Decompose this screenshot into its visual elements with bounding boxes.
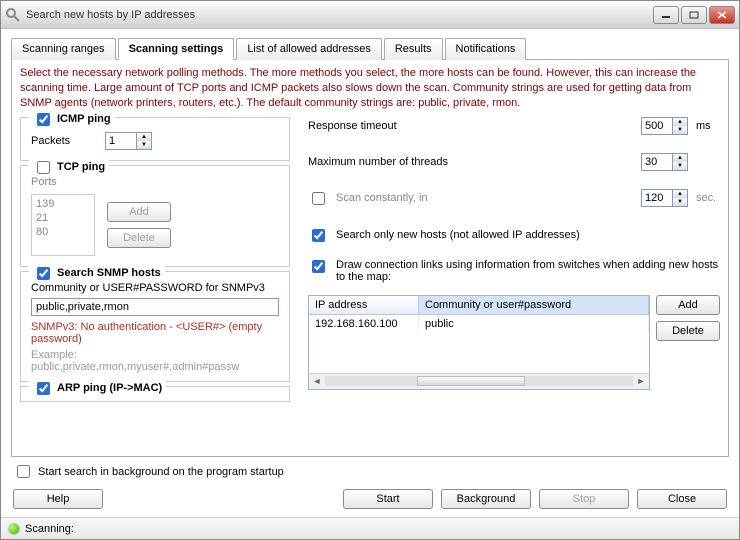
only-new-label: Search only new hosts (not allowed IP ad… [336,229,580,241]
tab-results[interactable]: Results [384,38,443,60]
scan-constantly-checkbox[interactable] [312,192,325,205]
th-community[interactable]: Community or user#password [419,296,649,314]
td-ip: 192.168.160.100 [309,315,419,333]
threads-spinner[interactable]: ▲▼ [641,153,688,171]
ports-listbox[interactable]: 139 21 80 [31,194,95,256]
background-button[interactable]: Background [441,489,531,509]
spin-up-icon[interactable]: ▲ [673,190,687,198]
tab-notifications[interactable]: Notifications [445,38,527,60]
table-delete-button[interactable]: Delete [656,321,720,341]
community-input[interactable] [31,298,279,316]
scroll-thumb[interactable] [417,376,525,386]
scroll-left-icon[interactable]: ◄ [309,376,325,386]
tcp-legend: TCP ping [57,161,105,173]
stop-button[interactable]: Stop [539,489,629,509]
scan-constantly-input[interactable] [641,189,673,207]
port-item[interactable]: 139 [36,197,90,211]
switch-table[interactable]: IP address Community or user#password 19… [308,295,650,390]
statusbar: Scanning: [1,517,739,539]
status-text: Scanning: [25,523,74,535]
arp-checkbox[interactable] [37,382,50,395]
response-timeout-label: Response timeout [308,120,633,132]
tab-scanning-ranges[interactable]: Scanning ranges [11,38,116,60]
draw-links-label: Draw connection links using information … [336,259,720,283]
tcp-group: TCP ping Ports 139 21 80 Add Delete [20,165,290,267]
maximize-button[interactable] [681,6,707,24]
status-indicator-icon [9,524,19,534]
icmp-legend: ICMP ping [57,113,111,125]
startup-checkbox[interactable] [17,465,30,478]
spin-up-icon[interactable]: ▲ [673,118,687,126]
start-button[interactable]: Start [343,489,433,509]
spin-down-icon[interactable]: ▼ [673,162,687,170]
icmp-group: ICMP ping Packets ▲▼ [20,117,290,161]
td-community: public [419,315,649,333]
threads-input[interactable] [641,153,673,171]
app-icon [5,7,21,23]
spin-up-icon[interactable]: ▲ [137,133,151,141]
spin-up-icon[interactable]: ▲ [673,154,687,162]
only-new-checkbox[interactable] [312,229,325,242]
port-item[interactable]: 80 [36,225,90,239]
response-timeout-input[interactable] [641,117,673,135]
arp-legend: ARP ping (IP->MAC) [57,382,162,394]
snmp-group: Search SNMP hosts Community or USER#PASS… [20,271,290,382]
close-button[interactable] [709,6,735,24]
icmp-checkbox[interactable] [37,113,50,126]
tab-scanning-settings[interactable]: Scanning settings [118,38,235,60]
minimize-button[interactable] [653,6,679,24]
instruction-text: Select the necessary network polling met… [20,66,720,111]
response-timeout-unit: ms [696,120,720,132]
table-row[interactable]: 192.168.160.100 public [309,315,649,333]
th-ip[interactable]: IP address [309,296,419,314]
help-button[interactable]: Help [13,489,103,509]
tcp-delete-button[interactable]: Delete [107,228,171,248]
window: Search new hosts by IP addresses Scannin… [0,0,740,540]
table-add-button[interactable]: Add [656,295,720,315]
scan-constantly-spinner[interactable]: ▲▼ [641,189,688,207]
packets-input[interactable] [105,132,137,150]
spin-down-icon[interactable]: ▼ [673,126,687,134]
port-item[interactable]: 21 [36,211,90,225]
arp-group: ARP ping (IP->MAC) [20,386,290,402]
community-label: Community or USER#PASSWORD for SNMPv3 [31,282,279,294]
packets-spinner[interactable]: ▲▼ [105,132,152,150]
packets-label: Packets [31,135,101,147]
window-title: Search new hosts by IP addresses [26,9,653,21]
table-scrollbar[interactable]: ◄ ► [309,373,649,389]
scroll-right-icon[interactable]: ► [633,376,649,386]
close-dialog-button[interactable]: Close [637,489,727,509]
spin-down-icon[interactable]: ▼ [137,141,151,149]
response-timeout-spinner[interactable]: ▲▼ [641,117,688,135]
startup-label: Start search in background on the progra… [38,466,284,478]
titlebar: Search new hosts by IP addresses [1,1,739,29]
scan-constantly-unit: sec. [696,192,720,204]
tcp-checkbox[interactable] [37,161,50,174]
tab-allowed-addresses[interactable]: List of allowed addresses [236,38,382,60]
tabs: Scanning ranges Scanning settings List o… [11,37,729,60]
snmp-example: Example: public,private,rmon,myuser#,adm… [31,349,279,373]
snmp-checkbox[interactable] [37,267,50,280]
snmp-note: SNMPv3: No authentication - <USER#> (emp… [31,321,279,345]
tcp-add-button[interactable]: Add [107,202,171,222]
draw-links-checkbox[interactable] [312,260,325,273]
spin-down-icon[interactable]: ▼ [673,198,687,206]
snmp-legend: Search SNMP hosts [57,267,161,279]
ports-label: Ports [31,176,279,188]
threads-label: Maximum number of threads [308,156,633,168]
scan-constantly-label: Scan constantly, in [336,192,633,204]
